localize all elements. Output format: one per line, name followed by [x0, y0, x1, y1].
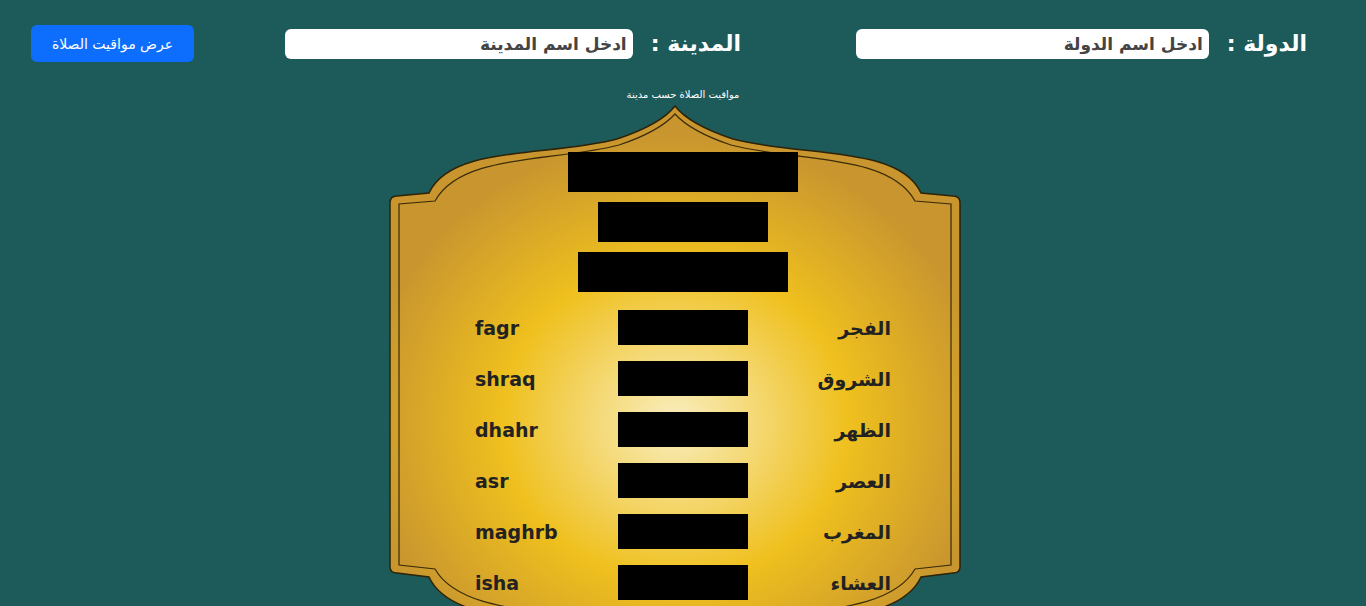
- prayer-list: fagr الفجر shraq الشروق dhahr الظهر asr العصر ma…: [475, 310, 891, 600]
- prayer-arabic-name: الظهر: [748, 419, 891, 441]
- prayer-latin-name: fagr: [475, 317, 618, 339]
- prayer-arabic-name: الشروق: [748, 368, 891, 390]
- prayer-row: shraq الشروق: [475, 361, 891, 396]
- prayer-arabic-name: الفجر: [748, 317, 891, 339]
- location-box: [578, 252, 788, 292]
- country-label: الدولة :: [1227, 31, 1307, 56]
- page-title: مواقيت الصلاة حسب مدينة: [0, 88, 1366, 102]
- prayer-time-box: [618, 310, 748, 345]
- city-group: المدينة :: [285, 29, 741, 59]
- prayer-time-box: [618, 361, 748, 396]
- prayer-latin-name: maghrb: [475, 521, 618, 543]
- prayer-row: fagr الفجر: [475, 310, 891, 345]
- country-input[interactable]: [856, 29, 1209, 59]
- prayer-card: fagr الفجر shraq الشروق dhahr الظهر asr العصر ma…: [389, 105, 961, 606]
- prayer-arabic-name: المغرب: [748, 521, 891, 543]
- city-input[interactable]: [285, 29, 633, 59]
- prayer-time-box: [618, 565, 748, 600]
- prayer-arabic-name: العصر: [748, 470, 891, 492]
- city-label: المدينة :: [651, 31, 741, 56]
- prayer-row: maghrb المغرب: [475, 514, 891, 549]
- prayer-latin-name: isha: [475, 572, 618, 594]
- prayer-row: asr العصر: [475, 463, 891, 498]
- top-bar: الدولة : المدينة : عرض مواقيت الصلاة: [0, 0, 1366, 62]
- prayer-latin-name: shraq: [475, 368, 618, 390]
- prayer-arabic-name: العشاء: [748, 572, 891, 594]
- prayer-latin-name: dhahr: [475, 419, 618, 441]
- show-times-button[interactable]: عرض مواقيت الصلاة: [31, 25, 194, 62]
- prayer-row: isha العشاء: [475, 565, 891, 600]
- prayer-time-box: [618, 412, 748, 447]
- country-group: الدولة :: [856, 29, 1307, 59]
- hijri-box: [598, 202, 768, 242]
- prayer-time-box: [618, 463, 748, 498]
- prayer-latin-name: asr: [475, 470, 618, 492]
- prayer-row: dhahr الظهر: [475, 412, 891, 447]
- date-box: [568, 152, 798, 192]
- prayer-time-box: [618, 514, 748, 549]
